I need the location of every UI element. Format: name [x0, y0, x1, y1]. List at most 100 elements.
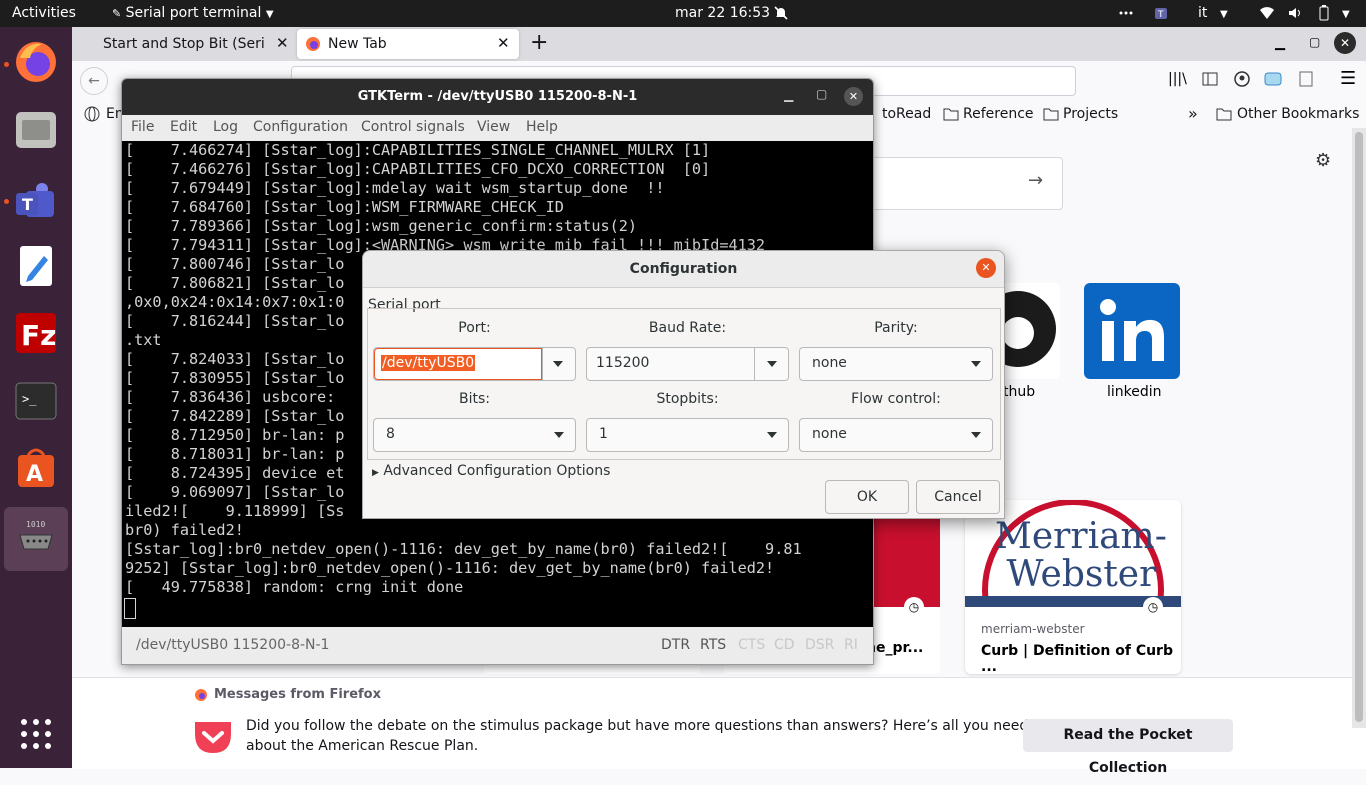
parity-combo[interactable]: none	[799, 347, 993, 381]
bookmark-reference[interactable]: Reference	[963, 106, 1034, 122]
chevron-right-double-icon[interactable]: »	[1188, 104, 1198, 123]
other-bookmarks[interactable]: Other Bookmarks	[1237, 106, 1359, 122]
shortcut-label: thub	[1003, 384, 1036, 400]
arrow-right-icon[interactable]: →	[1028, 170, 1043, 191]
status-port: /dev/ttyUSB0 115200-8-N-1	[136, 637, 330, 653]
menu-help[interactable]: Help	[526, 119, 558, 135]
tab-serial[interactable]: Start and Stop Bit (Serial ✕	[78, 27, 293, 61]
bookmark-toread[interactable]: toRead	[882, 106, 931, 122]
account-icon[interactable]	[1234, 71, 1250, 91]
maximize-icon[interactable]: ▢	[1309, 35, 1320, 49]
filezilla-icon[interactable]: Fz	[12, 309, 60, 357]
folder-icon	[943, 107, 959, 125]
notifications-muted-icon[interactable]	[773, 5, 789, 21]
menu-view[interactable]: View	[477, 119, 510, 135]
svg-text:T: T	[22, 195, 33, 214]
baud-combo[interactable]: 115200	[586, 347, 789, 381]
ok-button[interactable]: OK	[825, 480, 909, 514]
text-editor-icon[interactable]	[12, 242, 60, 290]
linkedin-icon[interactable]	[1084, 283, 1180, 379]
chevron-right-icon: ▶	[372, 468, 379, 478]
bookmark-projects[interactable]: Projects	[1063, 106, 1118, 122]
gear-icon[interactable]: ⚙	[1315, 150, 1331, 171]
software-store-icon[interactable]: A	[12, 445, 60, 493]
close-window-icon[interactable]: ✕	[1334, 32, 1356, 54]
gtkterm-icon[interactable]: 1010	[4, 507, 68, 571]
signal-cd: CD	[774, 637, 795, 653]
menu-log[interactable]: Log	[213, 119, 238, 135]
show-apps-icon[interactable]	[12, 710, 60, 758]
tab-new[interactable]: New Tab ✕	[297, 29, 519, 59]
menu-file[interactable]: File	[131, 119, 154, 135]
configuration-dialog: Configuration ✕ Serial port Port: Baud R…	[362, 250, 1005, 519]
signal-dtr: DTR	[661, 637, 691, 653]
hamburger-menu-icon[interactable]: ☰	[1340, 68, 1356, 89]
sidebar-icon[interactable]	[1202, 71, 1218, 91]
firefox-tab-strip: Start and Stop Bit (Serial ✕ New Tab ✕ +…	[72, 27, 1366, 61]
card-title: he_pr...	[866, 640, 924, 656]
chevron-down-icon	[971, 361, 981, 367]
volume-icon[interactable]	[1287, 5, 1303, 21]
close-icon[interactable]: ✕	[976, 258, 996, 278]
new-tab-icon[interactable]: +	[530, 30, 548, 55]
gtkterm-titlebar[interactable]: GTKTerm - /dev/ttyUSB0 115200-8-N-1 ▁ ▢ …	[122, 79, 873, 115]
clock[interactable]: mar 22 16:53	[675, 5, 770, 21]
close-icon[interactable]: ✕	[844, 87, 863, 106]
chevron-down-icon[interactable]: ▼	[1220, 5, 1236, 21]
firefox-icon[interactable]	[12, 38, 60, 86]
port-combo[interactable]: /dev/ttyUSB0	[373, 347, 576, 381]
scrollbar[interactable]	[1352, 128, 1366, 728]
flow-value: none	[812, 426, 847, 442]
menu-control-signals[interactable]: Control signals	[361, 119, 465, 135]
chevron-down-icon[interactable]	[553, 361, 563, 367]
terminal-icon[interactable]: >_	[12, 377, 60, 425]
stopbits-combo[interactable]: 1	[586, 418, 789, 452]
flow-combo[interactable]: none	[799, 418, 993, 452]
signal-dsr: DSR	[805, 637, 835, 653]
card-merriam-webster[interactable]: Merriam- Webster ◷ merriam-webster Curb …	[965, 500, 1181, 675]
battery-icon[interactable]	[1316, 5, 1332, 21]
advanced-expander[interactable]: ▶ Advanced Configuration Options	[372, 463, 610, 479]
files-icon[interactable]	[12, 106, 60, 154]
clock-icon: ◷	[1143, 597, 1163, 617]
reader-icon[interactable]	[1298, 71, 1314, 91]
activities-button[interactable]: Activities	[12, 5, 76, 21]
teams-icon[interactable]: T	[12, 177, 60, 225]
messages-header: Messages from Firefox	[214, 687, 381, 702]
minimize-icon[interactable]: ▁	[784, 88, 793, 102]
signal-cts: CTS	[738, 637, 766, 653]
system-menu-icon[interactable]: ▼	[1342, 5, 1358, 21]
firefox-messages: Messages from Firefox Did you follow the…	[72, 677, 1366, 776]
chevron-down-icon[interactable]	[767, 361, 777, 367]
parity-value: none	[812, 355, 847, 371]
teams-tray-icon[interactable]: T	[1154, 5, 1170, 21]
dialog-titlebar[interactable]: Configuration ✕	[363, 251, 1004, 288]
maximize-icon[interactable]: ▢	[816, 87, 827, 101]
svg-text:>_: >_	[22, 392, 37, 406]
chevron-down-icon	[767, 432, 777, 438]
wifi-icon[interactable]	[1259, 5, 1275, 21]
close-icon[interactable]: ✕	[276, 34, 289, 52]
cancel-button[interactable]: Cancel	[916, 480, 1000, 514]
menu-configuration[interactable]: Configuration	[253, 119, 348, 135]
minimize-icon[interactable]: ▁	[1275, 36, 1285, 51]
port-input-value: /dev/ttyUSB0	[381, 355, 476, 371]
advanced-label: Advanced Configuration Options	[383, 463, 611, 479]
app-menu[interactable]: ✎ Serial port terminal ▼	[112, 5, 274, 21]
baud-label: Baud Rate:	[648, 320, 727, 336]
search-box[interactable]: →	[852, 157, 1063, 210]
bits-combo[interactable]: 8	[373, 418, 576, 452]
extension-icon[interactable]	[1264, 71, 1282, 91]
flow-label: Flow control:	[851, 391, 941, 407]
library-icon[interactable]: |||\	[1168, 71, 1187, 87]
firefox-favicon-icon	[305, 36, 321, 56]
extensions-menu-icon[interactable]	[1118, 5, 1134, 21]
menu-edit[interactable]: Edit	[170, 119, 197, 135]
firefox-logo-icon	[194, 688, 208, 705]
read-pocket-button[interactable]: Read the Pocket Collection	[1023, 719, 1233, 776]
close-icon[interactable]: ✕	[497, 34, 510, 52]
port-input[interactable]: /dev/ttyUSB0	[374, 348, 542, 380]
input-language[interactable]: it	[1198, 5, 1207, 21]
back-icon[interactable]: ←	[80, 67, 108, 95]
baud-value[interactable]: 115200	[596, 355, 649, 371]
